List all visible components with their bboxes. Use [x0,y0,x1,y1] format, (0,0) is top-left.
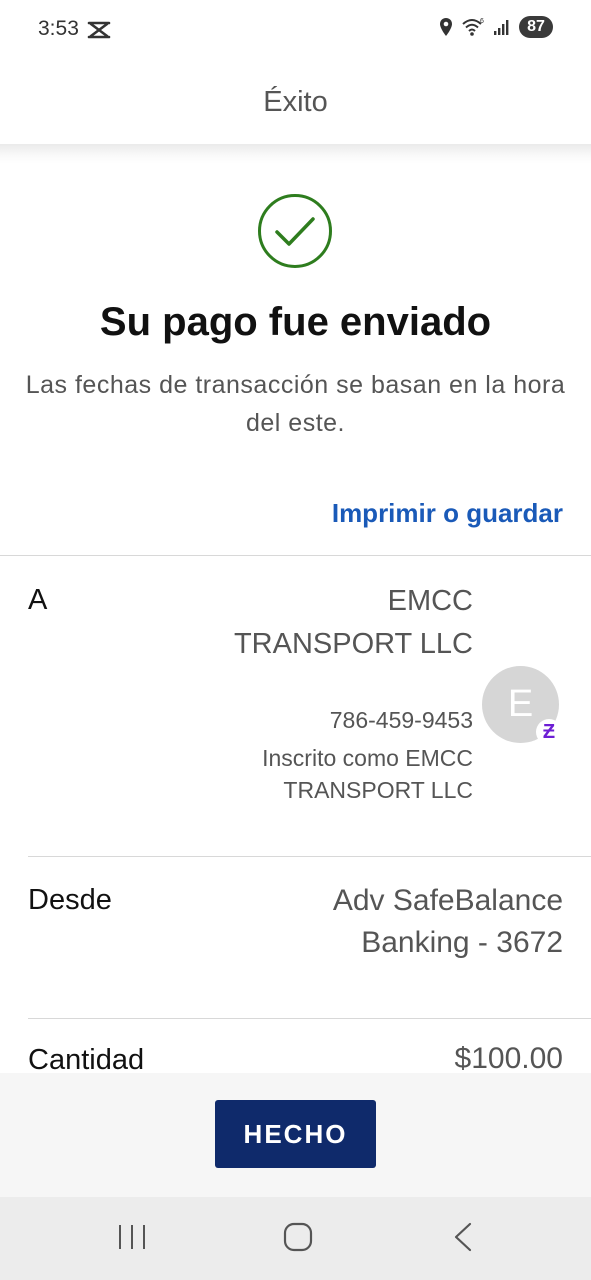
recents-icon[interactable] [117,1222,147,1252]
print-or-save-link[interactable]: Imprimir o guardar [332,498,563,529]
check-circle-icon [258,194,332,268]
header-shadow [0,144,591,164]
confirmation-subtitle: Las fechas de transacción se basan en la… [25,371,566,437]
confirmation-title: Su pago fue enviado [99,300,492,344]
divider [0,555,591,556]
zelle-icon: Ƶ [536,719,562,745]
battery-indicator: 87 [519,16,553,38]
location-icon [440,18,452,36]
recipient-phone: 786-459-9453 [329,707,473,733]
status-time: 3:53 [38,17,79,40]
wifi-icon: 6 [462,18,484,36]
signal-icon [494,20,509,35]
recipient-label: A [28,584,48,616]
divider [28,856,591,857]
capcut-icon [87,21,111,39]
header: Éxito [0,60,591,144]
recipient-name: EMCC TRANSPORT LLC [233,585,473,660]
from-label: Desde [28,884,112,916]
done-button[interactable]: HECHO [215,1100,376,1168]
amount-value: $100.00 [454,1042,563,1075]
home-icon[interactable] [282,1221,314,1253]
status-icons: 6 87 [439,16,553,38]
back-icon[interactable] [450,1221,476,1253]
from-account: Adv SafeBalance Banking - 3672 [332,884,563,959]
divider [28,1018,591,1019]
status-bar: 3:53 6 87 [0,0,591,60]
svg-text:6: 6 [480,18,484,25]
recipient-enrolled-as: Inscrito como EMCC TRANSPORT LLC [262,745,473,803]
page-title: Éxito [263,86,328,118]
